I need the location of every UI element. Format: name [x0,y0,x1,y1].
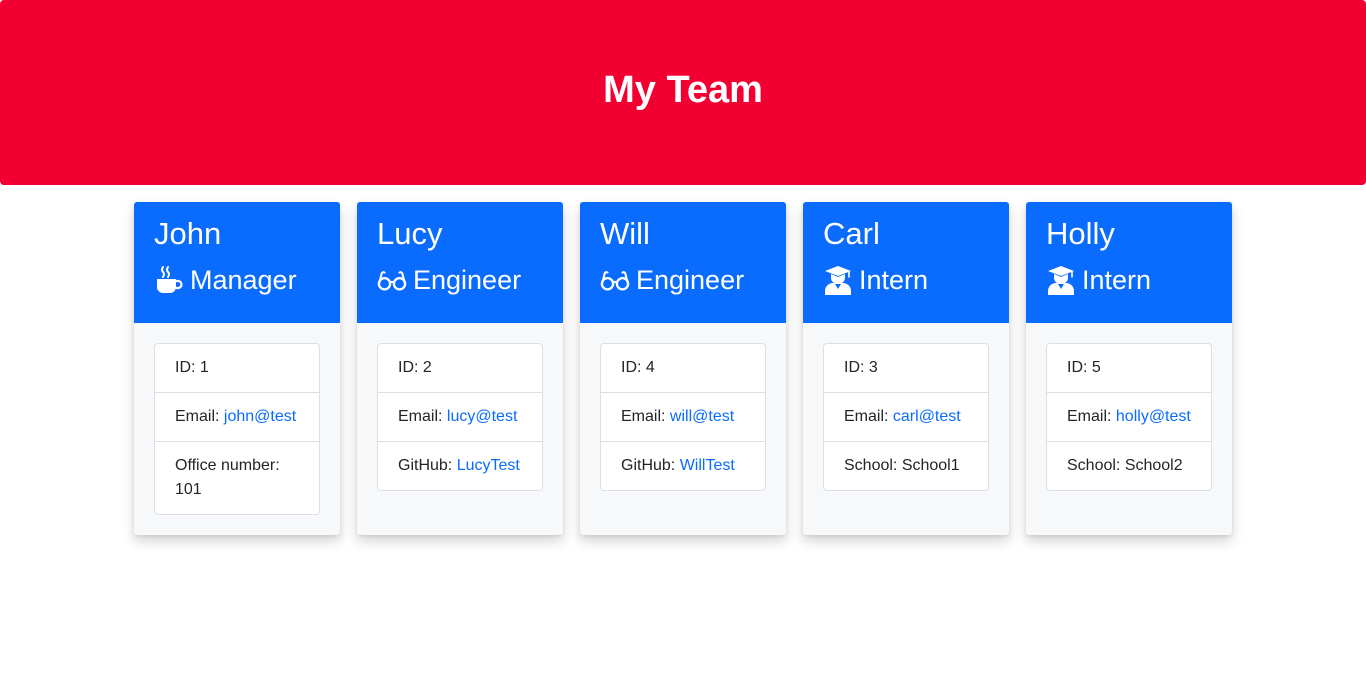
employee-school: School: School2 [1047,441,1211,490]
employee-email: Email: will@test [601,392,765,441]
email-link[interactable]: holly@test [1116,408,1191,425]
email-label: Email: [621,408,670,425]
card-header: Holly Intern [1026,202,1232,323]
employee-name: Carl [823,216,880,251]
card-header: John Manager [134,202,340,323]
email-label: Email: [398,408,447,425]
id-value: 1 [199,359,209,376]
office-number-label: Office number: [175,457,280,474]
card-body: ID: 3 Email: carl@test School: School1 [803,323,1009,511]
graduate-icon [823,265,853,295]
employee-card-lucy: Lucy Engineer ID: 2 Email: lucy@test Git… [357,202,563,535]
employee-github: GitHub: WillTest [601,441,765,490]
employee-name: Lucy [377,216,443,251]
email-link[interactable]: carl@test [893,408,961,425]
id-label: ID: [844,359,869,376]
employee-role: Engineer [600,263,766,297]
employee-card-will: Will Engineer ID: 4 Email: will@test Git… [580,202,786,535]
email-label: Email: [175,408,224,425]
card-body: ID: 1 Email: john@test Office number: 10… [134,323,340,535]
email-link[interactable]: john@test [224,408,296,425]
employee-email: Email: john@test [155,392,319,441]
school-label: School: [1067,457,1125,474]
employee-role-label: Intern [859,265,929,295]
card-header: Will Engineer [580,202,786,323]
office-number-value: 101 [175,481,202,498]
employee-role: Intern [1046,263,1212,297]
employee-details: ID: 2 Email: lucy@test GitHub: LucyTest [377,343,543,491]
card-header: Lucy Engineer [357,202,563,323]
github-link[interactable]: WillTest [680,457,735,474]
email-label: Email: [844,408,893,425]
email-link[interactable]: will@test [670,408,734,425]
graduate-icon [1046,265,1076,295]
employee-email: Email: holly@test [1047,392,1211,441]
github-label: GitHub: [398,457,457,474]
employee-role-label: Engineer [413,265,522,295]
team-card-list: John Manager ID: 1 Email: john@test Offi… [134,202,1232,535]
card-header: Carl Intern [803,202,1009,323]
id-value: 5 [1091,359,1101,376]
email-link[interactable]: lucy@test [447,408,517,425]
github-link[interactable]: LucyTest [457,457,520,474]
employee-id: ID: 1 [155,344,319,392]
id-value: 2 [422,359,432,376]
employee-role: Engineer [377,263,543,297]
employee-github: GitHub: LucyTest [378,441,542,490]
school-value: School1 [901,457,960,474]
school-label: School: [844,457,902,474]
employee-details: ID: 3 Email: carl@test School: School1 [823,343,989,491]
employee-details: ID: 1 Email: john@test Office number: 10… [154,343,320,515]
employee-id: ID: 2 [378,344,542,392]
employee-role: Manager [154,263,320,297]
id-value: 4 [645,359,655,376]
employee-school: School: School1 [824,441,988,490]
card-body: ID: 5 Email: holly@test School: School2 [1026,323,1232,511]
id-label: ID: [175,359,200,376]
employee-role: Intern [823,263,989,297]
employee-name: Holly [1046,216,1115,251]
employee-id: ID: 4 [601,344,765,392]
glasses-icon [377,265,407,295]
employee-role-label: Manager [190,265,297,295]
id-value: 3 [868,359,878,376]
employee-email: Email: lucy@test [378,392,542,441]
employee-card-john: John Manager ID: 1 Email: john@test Offi… [134,202,340,535]
id-label: ID: [621,359,646,376]
employee-role-label: Engineer [636,265,745,295]
employee-details: ID: 5 Email: holly@test School: School2 [1046,343,1212,491]
card-body: ID: 2 Email: lucy@test GitHub: LucyTest [357,323,563,511]
employee-role-label: Intern [1082,265,1152,295]
employee-office-number: Office number: 101 [155,441,319,514]
coffee-mug-icon [154,265,184,295]
email-label: Email: [1067,408,1116,425]
github-label: GitHub: [621,457,680,474]
employee-details: ID: 4 Email: will@test GitHub: WillTest [600,343,766,491]
glasses-icon [600,265,630,295]
employee-email: Email: carl@test [824,392,988,441]
id-label: ID: [1067,359,1092,376]
school-value: School2 [1124,457,1183,474]
page-header: My Team [0,0,1366,185]
employee-card-carl: Carl Intern ID: 3 Email: carl@test Schoo… [803,202,1009,535]
employee-name: John [154,216,222,251]
employee-card-holly: Holly Intern ID: 5 Email: holly@test Sch… [1026,202,1232,535]
page-title: My Team [603,69,763,111]
employee-name: Will [600,216,650,251]
employee-id: ID: 5 [1047,344,1211,392]
card-body: ID: 4 Email: will@test GitHub: WillTest [580,323,786,511]
employee-id: ID: 3 [824,344,988,392]
id-label: ID: [398,359,423,376]
